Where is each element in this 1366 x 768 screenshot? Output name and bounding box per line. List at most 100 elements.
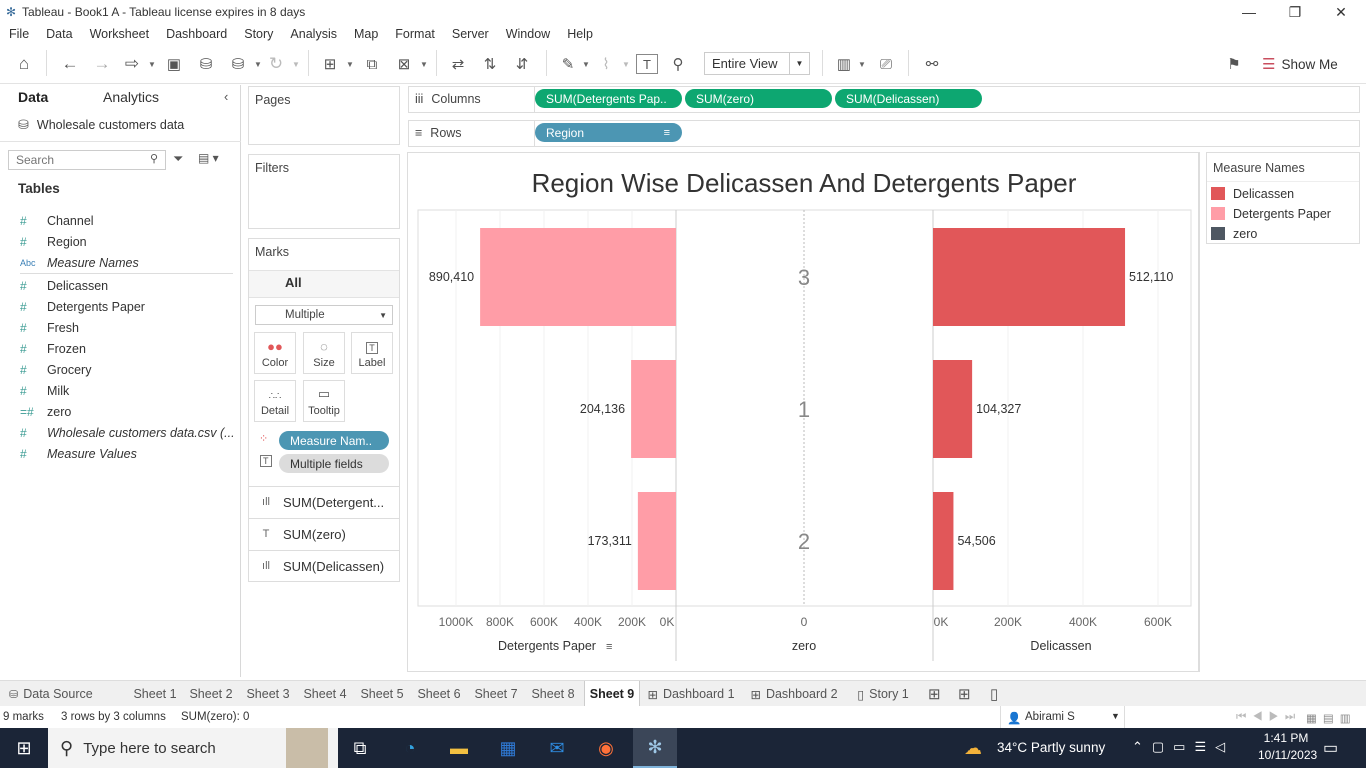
column-pill-detergents[interactable]: SUM(Detergents Pap.. [535, 89, 682, 108]
field-item[interactable]: # Region [20, 232, 87, 252]
clear-sheet-icon[interactable]: ⊠ [392, 52, 416, 76]
datasource-item[interactable]: ⛁ Wholesale customers data [18, 117, 184, 133]
menu-file[interactable]: File [0, 27, 37, 41]
menu-analysis[interactable]: Analysis [281, 27, 345, 41]
home-icon[interactable]: ⌂ [12, 52, 36, 76]
minimize-button[interactable]: — [1226, 0, 1272, 24]
show-me-button[interactable]: ☰ Show Me [1262, 52, 1338, 76]
color-button[interactable]: ●● Color [254, 332, 296, 374]
refresh-icon[interactable]: ↻ [264, 52, 288, 76]
tray-icons[interactable]: ⌃▢▭☰◁ [1132, 739, 1234, 755]
tab-sheet-5[interactable]: Sheet 5 [356, 681, 408, 707]
replay-dropdown-icon[interactable]: ▼ [146, 52, 158, 76]
show-cards-dropdown-icon[interactable]: ▼ [856, 52, 868, 76]
tab-analytics[interactable]: Analytics [103, 89, 159, 105]
fix-axes-icon[interactable]: ⚲ [666, 52, 690, 76]
field-item[interactable]: # Wholesale customers data.csv (... [20, 423, 235, 443]
restore-button[interactable]: ❐ [1272, 0, 1318, 24]
field-item[interactable]: # Frozen [20, 339, 86, 359]
marks-all-tab[interactable]: All [285, 275, 302, 290]
menu-window[interactable]: Window [497, 27, 558, 41]
notifications-icon[interactable]: ▭ [1323, 738, 1338, 758]
firefox-icon[interactable]: ◉ [584, 728, 628, 768]
clock[interactable]: 1:41 PM 10/11/2023 [1258, 731, 1317, 762]
ask-data-icon[interactable]: ⚑ [1222, 52, 1246, 76]
filters-card[interactable]: Filters [248, 154, 400, 229]
column-pill-zero[interactable]: SUM(zero) [685, 89, 832, 108]
menu-story[interactable]: Story [235, 27, 281, 41]
replay-icon[interactable]: ⇨ [120, 52, 144, 76]
share-icon[interactable]: ⚯ [920, 52, 944, 76]
tooltip-button[interactable]: ▭ Tooltip [303, 380, 345, 422]
task-view-icon[interactable]: ⧉ [338, 728, 382, 768]
duplicate-sheet-icon[interactable]: ⧉ [360, 52, 384, 76]
size-button[interactable]: ◌ Size [303, 332, 345, 374]
legend-item[interactable]: Detergents Paper [1211, 205, 1331, 222]
refresh-dropdown-icon[interactable]: ▼ [290, 52, 302, 76]
field-item[interactable]: # Milk [20, 381, 69, 401]
mail-icon[interactable]: ✉ [535, 728, 579, 768]
undo-icon[interactable]: ← [58, 52, 82, 76]
menu-server[interactable]: Server [443, 27, 497, 41]
field-item[interactable]: Abc Measure Names [20, 253, 139, 273]
tableau-taskbar-icon[interactable]: ✻ [633, 728, 677, 768]
field-search-input[interactable] [8, 150, 166, 170]
filter-icon[interactable]: ⏷ [173, 151, 183, 167]
weather-text[interactable]: 34°C Partly sunny [997, 740, 1105, 755]
field-item[interactable]: # Grocery [20, 360, 91, 380]
windows-start-icon[interactable]: ⊞ [2, 728, 46, 768]
tab-story-1[interactable]: ▯ Story 1 [848, 681, 918, 707]
tab-data-source[interactable]: ⛁ Data Source [9, 681, 93, 707]
pages-card[interactable]: Pages [248, 86, 400, 145]
field-item[interactable]: # Detergents Paper [20, 297, 145, 317]
view-options-icon[interactable]: ▤ ▾ [198, 151, 219, 165]
tab-dashboard-1[interactable]: ⊞ Dashboard 1 [642, 681, 740, 707]
redo-icon[interactable]: → [90, 52, 114, 76]
measure-marks-tab[interactable]: T SUM(zero) [249, 518, 400, 549]
presentation-mode-icon[interactable]: ⎚ [874, 52, 898, 76]
new-story-tab-icon[interactable]: ▯ [990, 681, 998, 707]
tab-sheet-3[interactable]: Sheet 3 [242, 681, 294, 707]
sort-ascending-icon[interactable]: ⇅ [478, 52, 502, 76]
legend-item[interactable]: Delicassen [1211, 185, 1294, 202]
collapse-pane-icon[interactable]: ‹ [224, 89, 228, 104]
edge-icon[interactable]: ◔ [388, 728, 432, 768]
menu-data[interactable]: Data [37, 27, 80, 41]
measure-marks-tab[interactable]: ıll SUM(Delicassen) [249, 550, 400, 581]
clear-dropdown-icon[interactable]: ▼ [418, 52, 430, 76]
tab-sheet-8[interactable]: Sheet 8 [527, 681, 579, 707]
show-cards-icon[interactable]: ▥ [832, 52, 856, 76]
menu-dashboard[interactable]: Dashboard [157, 27, 235, 41]
tab-sheet-6[interactable]: Sheet 6 [413, 681, 465, 707]
new-datasource-icon[interactable]: ⛁ [194, 52, 218, 76]
field-item[interactable]: # Fresh [20, 318, 79, 338]
sheet-nav-arrows[interactable]: ⏮◀▶⏭ [1236, 711, 1301, 724]
menu-map[interactable]: Map [345, 27, 386, 41]
datasource-dropdown-icon[interactable]: ▼ [252, 52, 264, 76]
multiple-fields-pill[interactable]: Multiple fields [279, 454, 389, 473]
menu-worksheet[interactable]: Worksheet [81, 27, 158, 41]
field-item[interactable]: =# zero [20, 402, 71, 422]
new-worksheet-tab-icon[interactable]: ⊞ [928, 681, 941, 707]
legend-item[interactable]: zero [1211, 225, 1257, 242]
field-item[interactable]: # Delicassen [20, 276, 108, 296]
tab-sheet-1[interactable]: Sheet 1 [130, 681, 180, 707]
new-worksheet-dropdown-icon[interactable]: ▼ [344, 52, 356, 76]
group-members-icon[interactable]: ⌇ [594, 52, 618, 76]
file-explorer-icon[interactable]: ▬ [437, 728, 481, 768]
row-pill-region[interactable]: Region ≡ [535, 123, 682, 142]
pause-updates-icon[interactable]: ⛁ [226, 52, 250, 76]
new-worksheet-icon[interactable]: ⊞ [318, 52, 342, 76]
new-dashboard-tab-icon[interactable]: ⊞ [958, 681, 971, 707]
sheet-view-icons[interactable]: ▦▤▥ [1306, 711, 1357, 725]
detail-button[interactable]: ∴∴ Detail [254, 380, 296, 422]
measure-names-pill[interactable]: Measure Nam.. [279, 431, 389, 450]
tab-sheet-9[interactable]: Sheet 9 [584, 681, 640, 707]
save-icon[interactable]: ▣ [162, 52, 186, 76]
close-button[interactable]: ✕ [1318, 0, 1364, 24]
menu-help[interactable]: Help [558, 27, 601, 41]
highlight-icon[interactable]: ✎ [556, 52, 580, 76]
tab-sheet-2[interactable]: Sheet 2 [185, 681, 237, 707]
field-item[interactable]: # Channel [20, 211, 94, 231]
tab-data[interactable]: Data [18, 89, 48, 105]
